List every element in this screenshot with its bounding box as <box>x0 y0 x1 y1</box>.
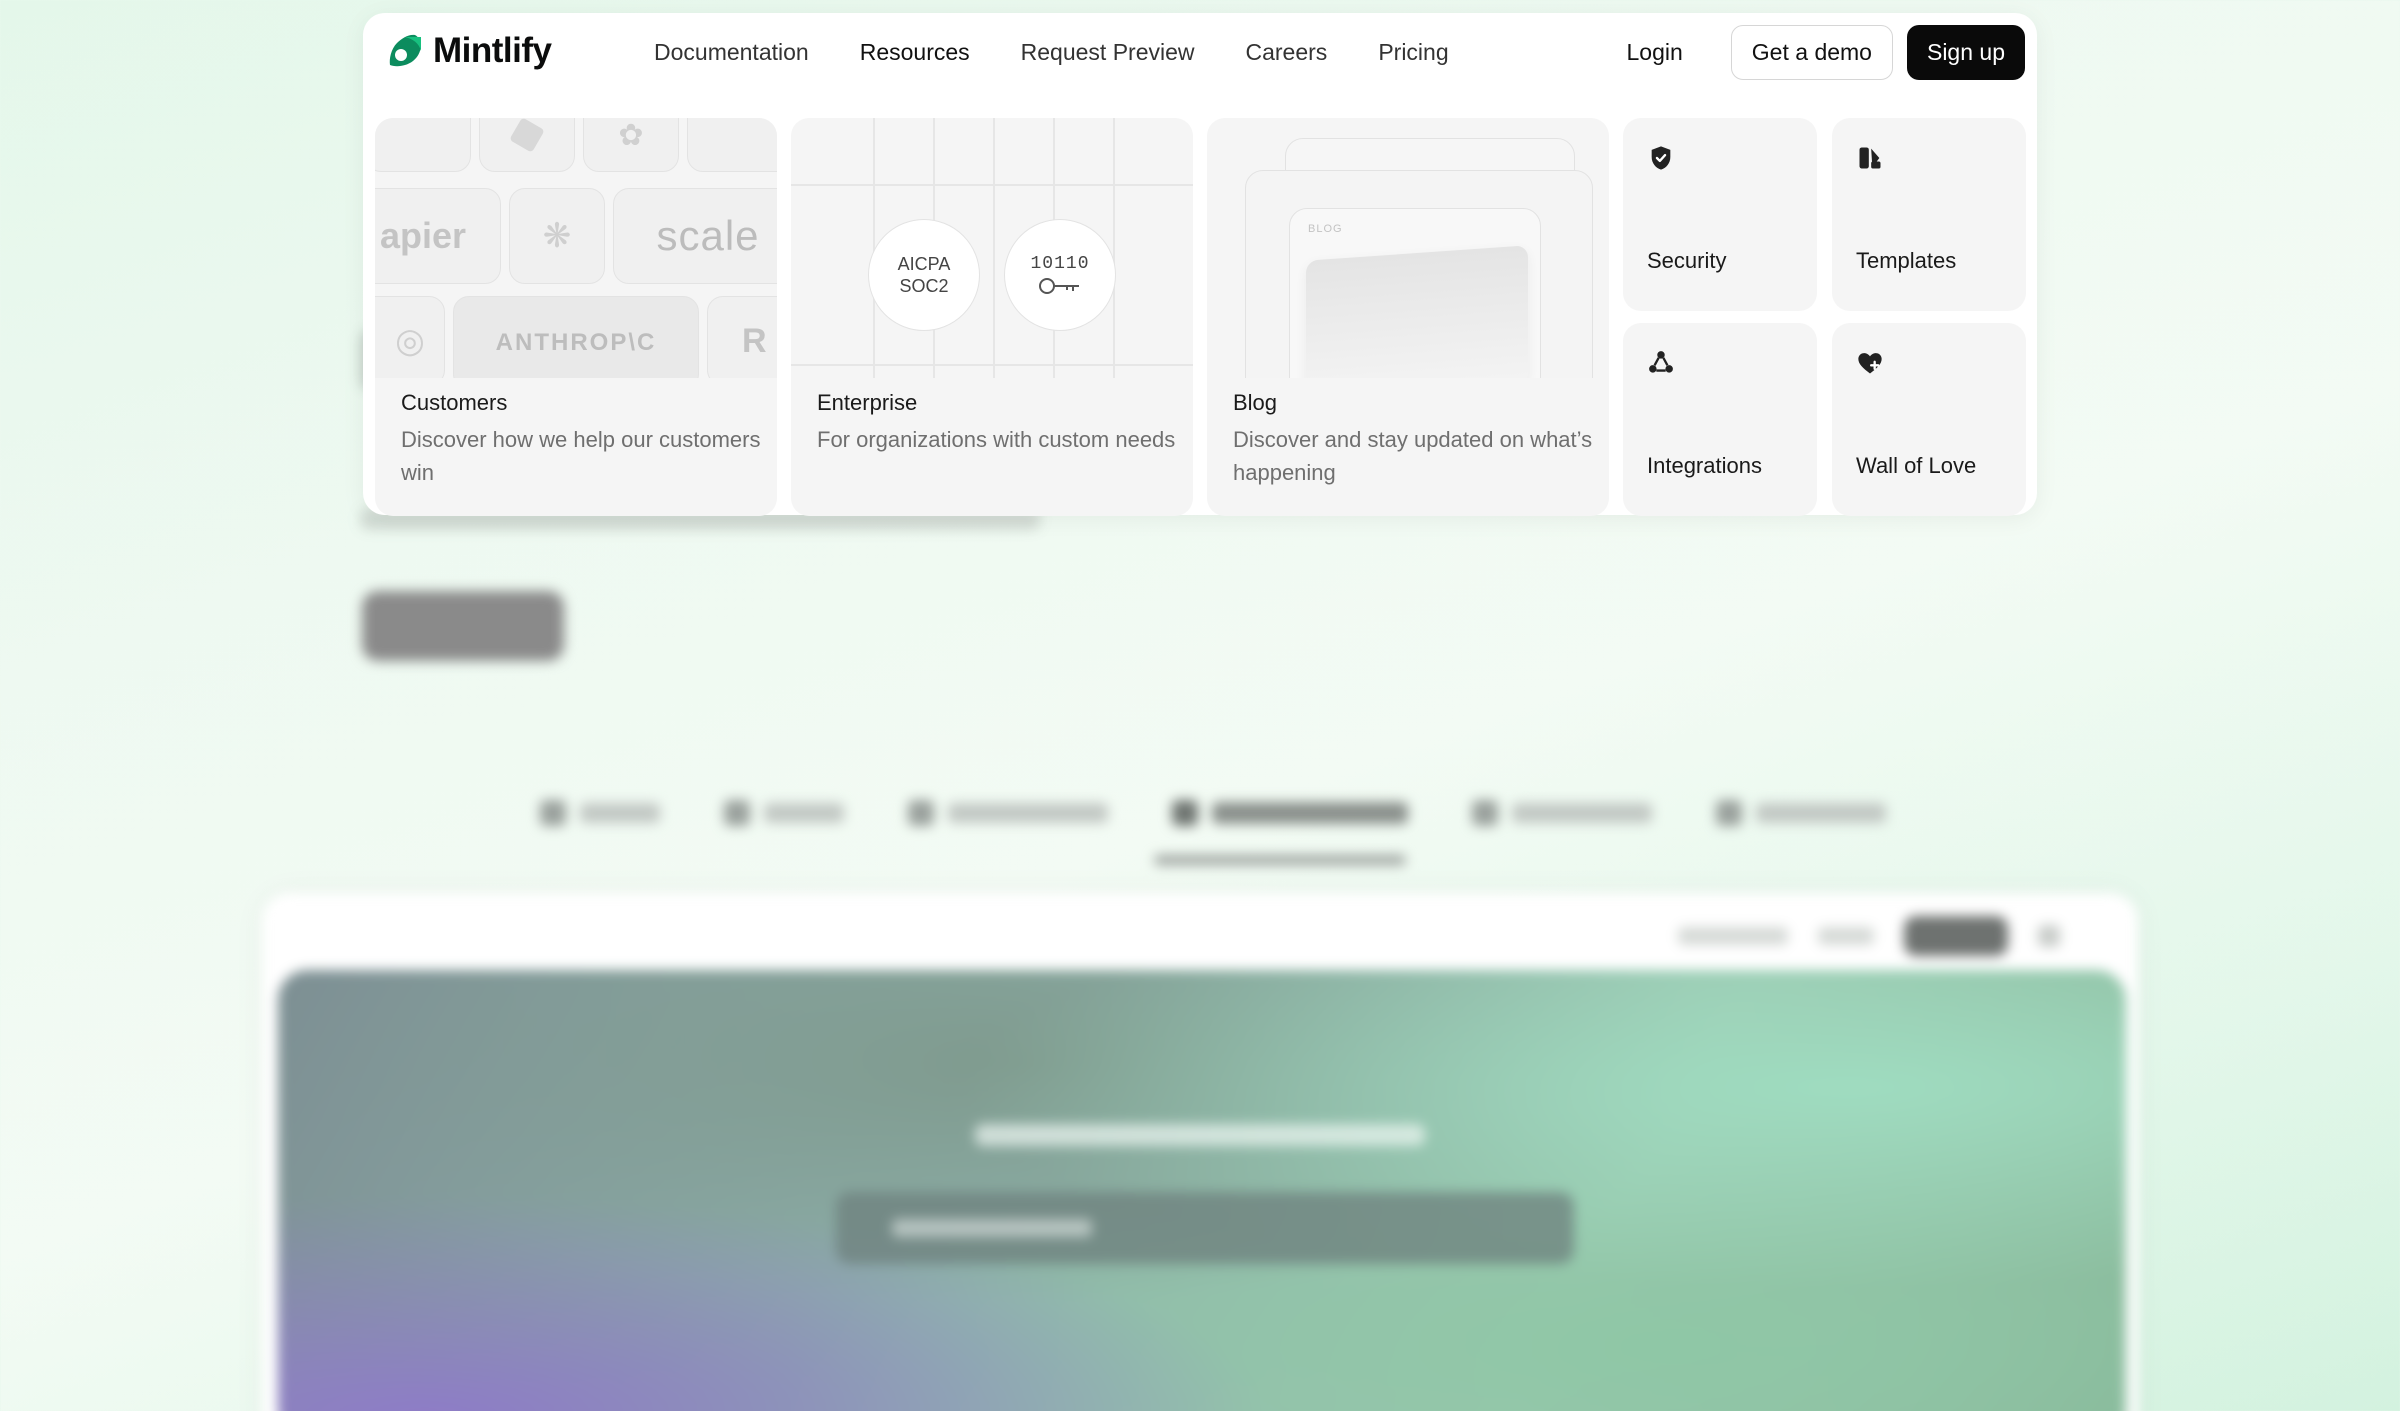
scale-logo-tile: scale <box>613 188 777 284</box>
customers-title: Customers <box>401 390 508 415</box>
perplexity-logo-tile: ❋ <box>509 188 605 284</box>
templates-title: Templates <box>1856 248 1957 273</box>
customers-description: Discover how we help our customers win <box>401 427 761 485</box>
r-logo-tile: R <box>707 296 777 378</box>
integrations-card[interactable]: Integrations <box>1623 323 1817 516</box>
heart-plus-icon <box>1858 353 1882 374</box>
security-title: Security <box>1647 248 1727 273</box>
tab-blurred-active <box>1172 800 1408 826</box>
integrations-icon <box>1649 351 1673 373</box>
blog-description: Discover and stay updated on what’s happ… <box>1233 427 1593 485</box>
mintlify-logo-icon <box>389 34 421 67</box>
tab-blurred <box>1716 800 1886 826</box>
nav-documentation[interactable]: Documentation <box>654 39 809 66</box>
enterprise-illustration: AICPA SOC2 10110 <box>791 118 1193 378</box>
preview-nav-blurred <box>1678 916 2060 956</box>
brand-logo[interactable]: Mintlify <box>385 31 552 71</box>
shield-check-icon <box>1651 146 1671 170</box>
enterprise-description: For organizations with custom needs <box>817 427 1176 452</box>
integrations-title: Integrations <box>1647 453 1762 478</box>
blog-thumb-label: BLOG <box>1308 223 1343 235</box>
tab-blurred <box>724 800 844 826</box>
product-tabs-blurred <box>540 800 1886 826</box>
encryption-key-badge: 10110 <box>1004 219 1116 331</box>
key-icon <box>1039 278 1079 294</box>
wall-of-love-card[interactable]: Wall of Love <box>1832 323 2026 516</box>
login-link[interactable]: Login <box>1627 39 1717 66</box>
anthropic-logo-tile: ANTHROP\C <box>453 296 699 378</box>
security-card[interactable]: Security <box>1623 118 1817 311</box>
customers-logo-grid: ✿ apier ❋ scale ◎ ANTHROP\C R <box>375 118 777 378</box>
templates-card[interactable]: Templates <box>1832 118 2026 311</box>
zapier-logo-tile: apier <box>375 188 501 284</box>
enterprise-title: Enterprise <box>817 390 918 415</box>
nav-request-preview[interactable]: Request Preview <box>1021 39 1195 66</box>
cube-logo-tile <box>479 118 575 172</box>
tab-blurred <box>540 800 660 826</box>
ring-logo-tile: ◎ <box>375 296 445 378</box>
main-nav: Documentation Resources Request Preview … <box>654 39 1449 66</box>
preview-question-blurred <box>0 1122 2400 1153</box>
blog-title: Blog <box>1233 390 1278 415</box>
get-started-button-blurred <box>362 591 564 661</box>
get-demo-button[interactable]: Get a demo <box>1730 25 1893 80</box>
flower-logo-tile: ✿ <box>583 118 679 172</box>
preview-hero-image-blurred <box>278 970 2126 1411</box>
customers-card[interactable]: ✿ apier ❋ scale ◎ ANTHROP\C R Customers … <box>375 118 777 516</box>
brand-name: Mintlify <box>433 31 552 70</box>
preview-search-blurred <box>836 1192 1574 1264</box>
nav-actions: Login Get a demo Sign up <box>1627 25 2025 80</box>
tab-blurred <box>1472 800 1652 826</box>
template-icon <box>1859 147 1881 169</box>
sign-up-button[interactable]: Sign up <box>1906 25 2025 80</box>
tab-blurred <box>908 800 1108 826</box>
nav-pricing[interactable]: Pricing <box>1378 39 1448 66</box>
blog-card[interactable]: BLOG Blog Discover and stay updated on w… <box>1207 118 1609 516</box>
nav-resources[interactable]: Resources <box>860 39 970 66</box>
top-navbar: Mintlify Documentation Resources Request… <box>363 13 2037 93</box>
blog-illustration: BLOG <box>1207 118 1609 378</box>
wall-of-love-title: Wall of Love <box>1856 453 1977 478</box>
tab-underline-blurred <box>1154 855 1406 865</box>
aicpa-soc2-badge: AICPA SOC2 <box>868 219 980 331</box>
nav-careers[interactable]: Careers <box>1246 39 1328 66</box>
enterprise-card[interactable]: AICPA SOC2 10110 Enterprise For organiza… <box>791 118 1193 516</box>
